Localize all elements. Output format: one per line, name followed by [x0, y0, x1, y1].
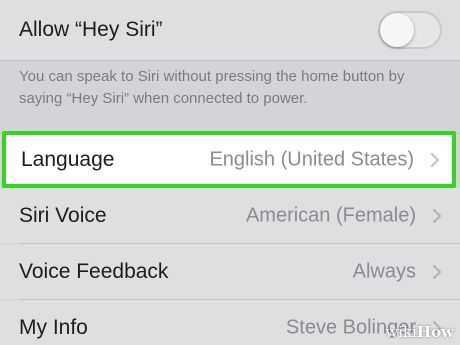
divider — [0, 60, 460, 61]
language-row[interactable]: Language English (United States) — [2, 131, 456, 188]
siri-voice-value: American (Female) — [245, 204, 416, 226]
voice-feedback-row[interactable]: Voice Feedback Always — [0, 244, 460, 299]
chevron-right-icon — [432, 264, 442, 279]
voice-feedback-label: Voice Feedback — [19, 259, 169, 283]
chevron-right-icon — [432, 208, 442, 223]
hey-siri-label: Allow “Hey Siri” — [19, 18, 163, 41]
language-value: English (United States) — [209, 148, 414, 170]
chevron-right-icon — [430, 152, 440, 167]
toggle-knob — [380, 13, 414, 47]
siri-voice-row[interactable]: Siri Voice American (Female) — [0, 188, 460, 243]
language-label: Language — [21, 147, 115, 171]
my-info-label: My Info — [19, 315, 88, 339]
siri-settings-screen: Allow “Hey Siri” You can speak to Siri w… — [0, 0, 460, 345]
wikihow-watermark: wikiHow — [385, 323, 454, 341]
siri-voice-label: Siri Voice — [19, 203, 107, 227]
hey-siri-toggle[interactable] — [378, 11, 442, 49]
hey-siri-description: You can speak to Siri without pressing t… — [19, 68, 405, 107]
hey-siri-row: Allow “Hey Siri” — [0, 0, 460, 60]
voice-feedback-value: Always — [352, 260, 416, 282]
